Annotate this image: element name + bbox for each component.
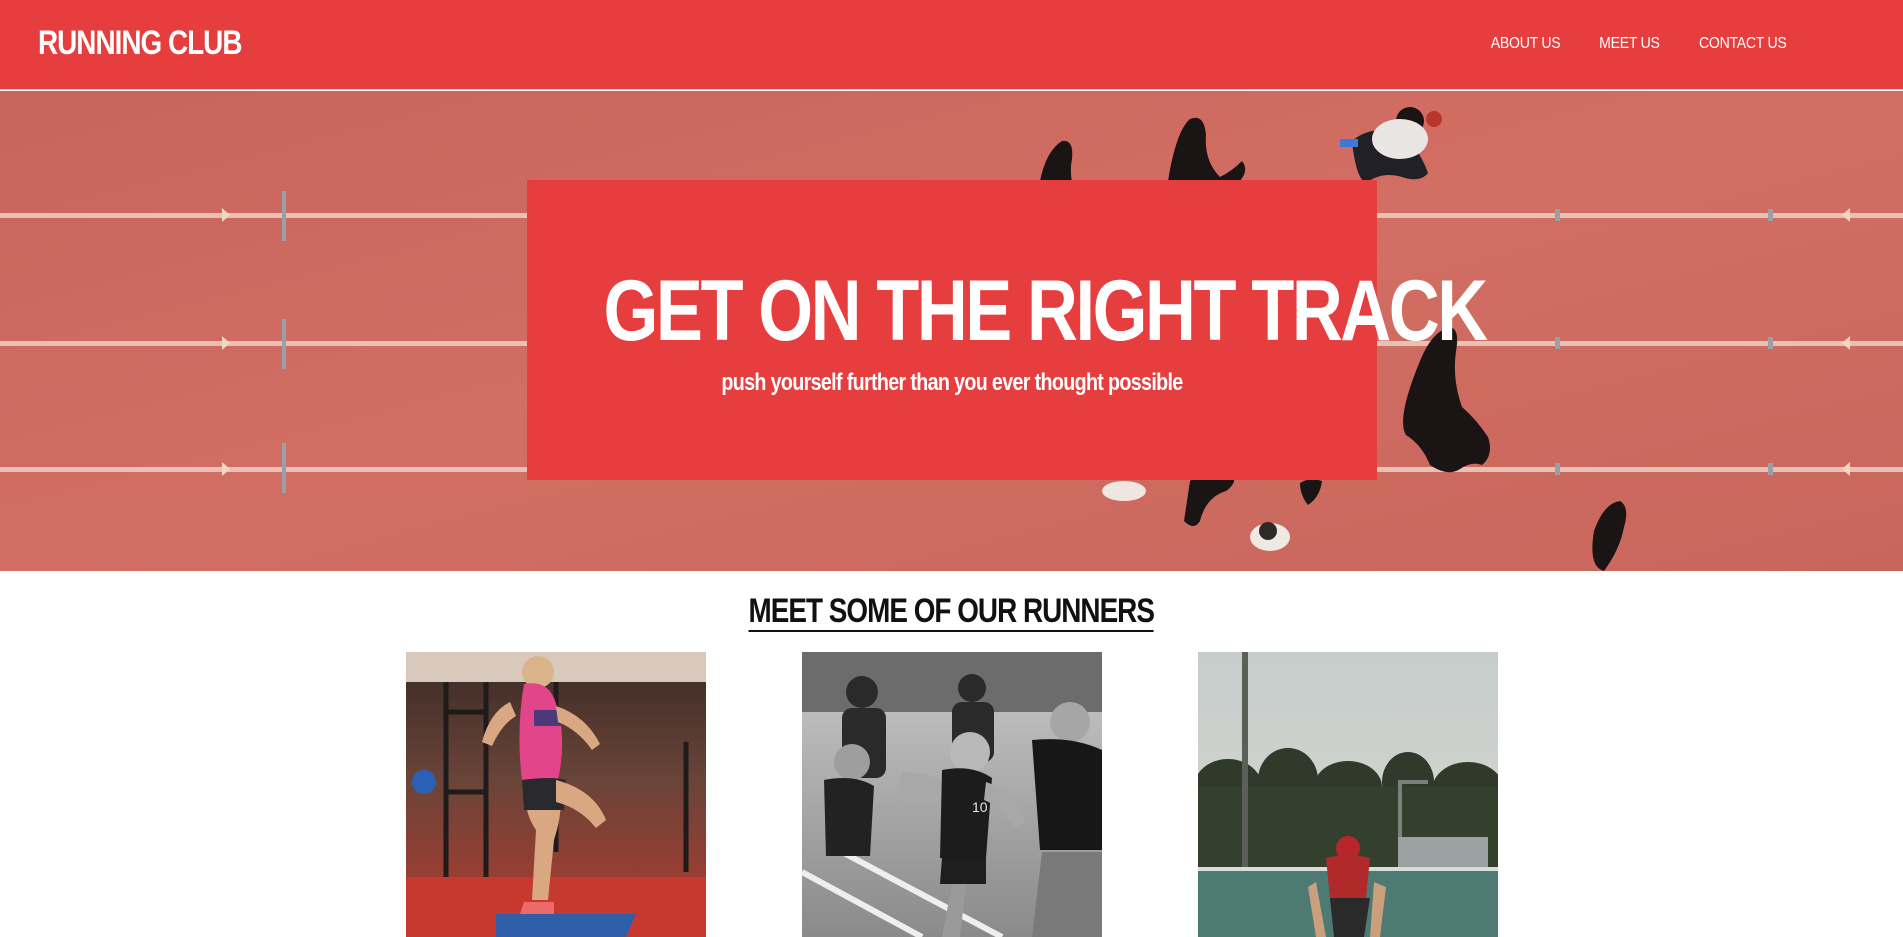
- runner-start-image: [1198, 652, 1498, 937]
- nav-link-meet-us[interactable]: MEET US: [1599, 35, 1660, 53]
- nav-link-contact-us[interactable]: CONTACT US: [1699, 35, 1787, 53]
- runners-section-title: MEET SOME OF OUR RUNNERS: [0, 592, 1903, 633]
- runner-gym-image: [406, 652, 706, 937]
- main-nav: ABOUT US MEET US CONTACT US: [1486, 35, 1793, 53]
- runner-photo-3[interactable]: [1198, 652, 1498, 937]
- hero-banner: GET ON THE RIGHT TRACK push yourself fur…: [527, 180, 1489, 480]
- runner-photo-2[interactable]: 10: [802, 652, 1102, 937]
- runner-photo-1[interactable]: [406, 652, 706, 937]
- nav-link-about-us[interactable]: ABOUT US: [1490, 35, 1560, 53]
- site-header: RUNNING CLUB ABOUT US MEET US CONTACT US: [0, 0, 1903, 90]
- runner-sprint-image: 10: [802, 652, 1102, 937]
- hero-title: GET ON THE RIGHT TRACK: [603, 263, 1489, 359]
- site-logo[interactable]: RUNNING CLUB: [38, 24, 242, 63]
- runners-section-title-text: MEET SOME OF OUR RUNNERS: [748, 592, 1155, 633]
- hero-section: GET ON THE RIGHT TRACK push yourself fur…: [0, 91, 1903, 571]
- hero-subtitle: push yourself further than you ever thou…: [721, 369, 1183, 396]
- svg-text:10: 10: [972, 799, 988, 815]
